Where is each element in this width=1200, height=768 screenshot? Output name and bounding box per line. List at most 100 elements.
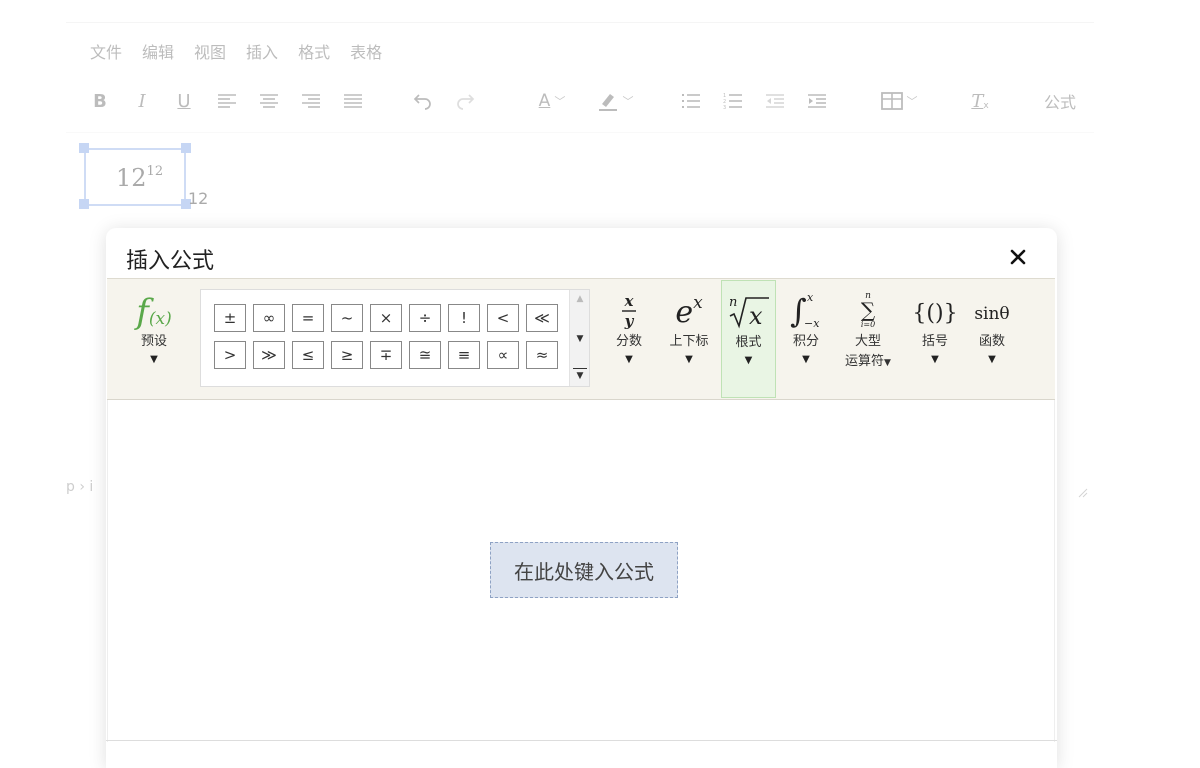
- symbol-button[interactable]: ≪: [526, 304, 558, 332]
- editor-toolbar: B I U A ﹀ ﹀ 1 2 3 ﹀ T x 公式: [90, 88, 1080, 114]
- close-icon[interactable]: [1007, 246, 1029, 268]
- menu-view[interactable]: 视图: [194, 39, 226, 63]
- align-right-button[interactable]: [300, 88, 322, 114]
- align-center-icon: [260, 94, 278, 108]
- symbol-grid: ± ∞ = ~ × ÷! < ≪ > ≫ ≤ ≥ ∓ ≅ ≡ ∝ ≈: [214, 304, 564, 369]
- symbol-button[interactable]: ∞: [253, 304, 285, 332]
- function-group[interactable]: sinθ 函数 ▼: [967, 291, 1017, 367]
- caret-down-icon: ▼: [150, 354, 158, 365]
- highlight-color-button[interactable]: ﹀: [590, 88, 640, 114]
- outdent-icon: [766, 94, 784, 108]
- radical-button[interactable]: nx 根式 ▼: [722, 292, 775, 368]
- symbol-button[interactable]: ±: [214, 304, 246, 332]
- symbol-scrollbar[interactable]: ▲ ▼ ▼: [569, 290, 589, 386]
- numbered-list-icon: 123: [723, 93, 742, 109]
- indent-button[interactable]: [806, 88, 828, 114]
- resize-grip-icon[interactable]: [1074, 484, 1088, 498]
- radical-group[interactable]: nx 根式 ▼: [721, 280, 776, 398]
- dialog-footer-border: [106, 740, 1057, 741]
- italic-button[interactable]: I: [132, 88, 152, 114]
- menu-bar: 文件 编辑 视图 插入 格式 表格: [90, 39, 382, 63]
- align-left-icon: [218, 94, 236, 108]
- script-group[interactable]: ex 上下标 ▼: [663, 291, 715, 367]
- underline-icon: U: [177, 90, 191, 112]
- bracket-group[interactable]: {()} 括号 ▼: [909, 291, 961, 367]
- symbol-button[interactable]: =: [292, 304, 324, 332]
- underline-button[interactable]: U: [174, 88, 194, 114]
- clear-format-button[interactable]: Tx: [968, 88, 992, 114]
- undo-button[interactable]: [412, 88, 434, 114]
- redo-icon: [457, 94, 475, 110]
- menu-file[interactable]: 文件: [90, 39, 122, 63]
- symbol-button[interactable]: >: [214, 341, 246, 369]
- fraction-group[interactable]: xy 分数 ▼: [607, 291, 651, 367]
- large-operator-label-line2: 运算符▼: [839, 353, 897, 372]
- outdent-button[interactable]: [764, 88, 786, 114]
- symbol-button[interactable]: !: [448, 304, 480, 332]
- caret-down-icon: ▼: [625, 354, 633, 365]
- expand-symbols-icon[interactable]: ▼: [573, 368, 587, 382]
- symbol-button[interactable]: ~: [331, 304, 363, 332]
- presets-group[interactable]: f (x) 预设 ▼: [125, 291, 183, 367]
- symbol-button[interactable]: ≥: [331, 341, 363, 369]
- document-text: 12: [188, 189, 209, 208]
- symbol-button[interactable]: <: [487, 304, 519, 332]
- symbol-button[interactable]: ∓: [370, 341, 402, 369]
- symbol-button[interactable]: ×: [370, 304, 402, 332]
- resize-handle-top-right[interactable]: [181, 143, 191, 153]
- symbol-button[interactable]: ≅: [409, 341, 441, 369]
- scroll-up-icon[interactable]: ▲: [573, 292, 587, 306]
- symbol-button[interactable]: ≫: [253, 341, 285, 369]
- large-operator-label: 大型: [854, 334, 881, 349]
- svg-text:n: n: [729, 295, 737, 310]
- function-label: 函数: [978, 334, 1005, 349]
- editor-top-border: [66, 22, 1094, 23]
- clear-format-subscript: x: [983, 101, 989, 111]
- highlighter-icon: [598, 94, 617, 111]
- align-center-button[interactable]: [258, 88, 280, 114]
- chevron-down-icon: ﹀: [554, 95, 566, 108]
- radical-label: 根式: [735, 335, 762, 350]
- symbol-button[interactable]: ≈: [526, 341, 558, 369]
- element-path: p › i: [66, 479, 94, 495]
- symbol-button[interactable]: ≤: [292, 341, 324, 369]
- formula-editing-area[interactable]: 在此处键入公式: [107, 400, 1055, 742]
- preset-function-icon: f (x): [136, 292, 172, 332]
- resize-handle-top-left[interactable]: [79, 143, 89, 153]
- insert-formula-dialog: 插入公式 f (x) 预设 ▼ ± ∞ = ~ × ÷! < ≪ > ≫ ≤ ≥ ∓ ≅ ≡ ∝ ≈ ▲ ▼ ▼ …: [106, 228, 1057, 768]
- bold-icon: B: [93, 90, 107, 112]
- integral-group[interactable]: ∫ x −x 积分 ▼: [785, 291, 827, 367]
- svg-text:x: x: [807, 291, 814, 304]
- align-justify-icon: [344, 94, 362, 108]
- chevron-down-icon: ﹀: [622, 95, 634, 108]
- indent-icon: [808, 94, 826, 108]
- menu-format[interactable]: 格式: [298, 39, 330, 63]
- large-operator-group[interactable]: n ∑ i=0 大型 运算符▼: [839, 291, 897, 372]
- resize-handle-bottom-left[interactable]: [79, 199, 89, 209]
- formula-toolbar: f (x) 预设 ▼ ± ∞ = ~ × ÷! < ≪ > ≫ ≤ ≥ ∓ ≅ ≡ ∝ ≈ ▲ ▼ ▼ xy 分数…: [107, 278, 1055, 400]
- svg-text:3: 3: [723, 105, 726, 109]
- redo-button[interactable]: [454, 88, 476, 114]
- bullet-list-button[interactable]: [680, 88, 702, 114]
- scroll-down-icon[interactable]: ▼: [573, 332, 587, 346]
- numbered-list-button[interactable]: 123: [722, 88, 744, 114]
- integral-label: 积分: [792, 334, 819, 349]
- menu-insert[interactable]: 插入: [246, 39, 278, 63]
- formula-button[interactable]: 公式: [1040, 88, 1080, 114]
- align-left-button[interactable]: [216, 88, 238, 114]
- bullet-list-icon: [682, 94, 700, 108]
- symbol-button[interactable]: ≡: [448, 341, 480, 369]
- menu-edit[interactable]: 编辑: [142, 39, 174, 63]
- font-color-button[interactable]: A ﹀: [528, 88, 576, 114]
- dialog-title: 插入公式: [126, 249, 215, 274]
- fraction-icon: xy: [607, 291, 651, 329]
- selected-formula-image[interactable]: 1212: [84, 148, 186, 206]
- symbol-button[interactable]: ÷: [409, 304, 441, 332]
- table-button[interactable]: ﹀: [876, 88, 922, 114]
- formula-placeholder[interactable]: 在此处键入公式: [490, 542, 678, 598]
- symbol-button[interactable]: ∝: [487, 341, 519, 369]
- formula-button-label: 公式: [1043, 93, 1076, 112]
- menu-table[interactable]: 表格: [350, 39, 382, 63]
- bold-button[interactable]: B: [90, 88, 110, 114]
- justify-button[interactable]: [342, 88, 364, 114]
